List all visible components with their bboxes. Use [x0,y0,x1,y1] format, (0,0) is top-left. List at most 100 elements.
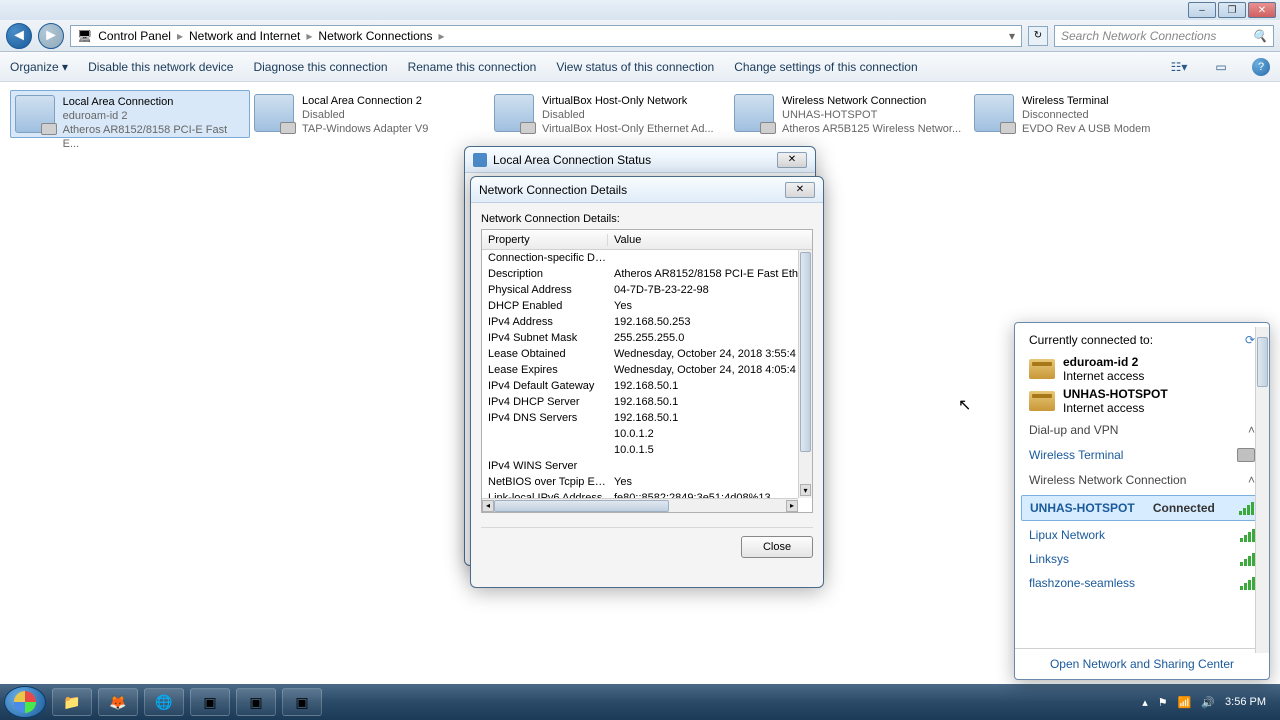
tray-volume-icon[interactable]: 🔊 [1201,696,1215,709]
connection-item[interactable]: Local Area Connection eduroam-id 2 Ather… [10,90,250,138]
close-icon[interactable]: ✕ [777,152,807,168]
minimize-button[interactable]: – [1188,2,1216,18]
breadcrumb[interactable]: 🖥 Control Panel▸ Network and Internet▸ N… [70,25,1022,47]
network-item[interactable]: Lipux Network [1015,523,1269,547]
tray-flag-icon[interactable]: ⚑ [1158,696,1168,709]
table-row[interactable]: DHCP EnabledYes [482,298,812,314]
search-input[interactable]: Search Network Connections 🔍 [1054,25,1274,47]
taskbar-explorer[interactable]: 📁 [52,688,92,716]
dialog-titlebar[interactable]: Network Connection Details ✕ [471,177,823,203]
network-name: eduroam-id 2 [1063,355,1144,369]
property-cell: IPv4 DNS Servers [482,412,608,424]
tb-disable[interactable]: Disable this network device [88,60,233,74]
crumb-network-internet[interactable]: Network and Internet [189,29,300,43]
table-row[interactable]: IPv4 DNS Servers192.168.50.1 [482,410,812,426]
connection-device: VirtualBox Host-Only Ethernet Ad... [542,122,714,136]
section-wireless[interactable]: Wireless Network Connection˄ [1015,467,1269,493]
start-button[interactable] [4,686,46,718]
taskbar-app[interactable]: ▣ [236,688,276,716]
section-dialup[interactable]: Dial-up and VPN˄ [1015,417,1269,443]
chevron-up-icon: ˄ [1248,473,1255,487]
taskbar-chrome[interactable]: 🌐 [144,688,184,716]
crumb-network-connections[interactable]: Network Connections [318,29,432,43]
scroll-left-icon[interactable]: ◂ [482,500,494,512]
connection-status: Disconnected [1022,108,1150,122]
tray-clock[interactable]: 3:56 PM [1225,696,1266,708]
details-table: Property Value Connection-specific DN...… [481,229,813,513]
forward-button[interactable]: ► [38,23,64,49]
refresh-button[interactable]: ↻ [1028,26,1048,46]
dialog-titlebar[interactable]: Local Area Connection Status ✕ [465,147,815,173]
scroll-right-icon[interactable]: ▸ [786,500,798,512]
table-row[interactable]: Connection-specific DN... [482,250,812,266]
scrollbar-thumb[interactable] [800,252,811,452]
table-row[interactable]: IPv4 Subnet Mask255.255.255.0 [482,330,812,346]
connections-list: Local Area Connection eduroam-id 2 Ather… [0,82,1280,146]
network-name: flashzone-seamless [1029,576,1135,590]
table-row[interactable]: DescriptionAtheros AR8152/8158 PCI-E Fas… [482,266,812,282]
close-button[interactable]: ✕ [1248,2,1276,18]
tray-network-icon[interactable]: 📶 [1178,696,1192,709]
value-cell: 192.168.50.1 [608,396,812,408]
col-property[interactable]: Property [482,234,608,246]
property-cell: IPv4 Subnet Mask [482,332,608,344]
scrollbar-thumb[interactable] [494,500,669,512]
tray-overflow-icon[interactable]: ▴ [1142,696,1148,709]
help-icon[interactable]: ? [1252,58,1270,76]
taskbar-app[interactable]: ▣ [282,688,322,716]
tb-viewstatus[interactable]: View status of this connection [556,60,714,74]
table-row[interactable]: 10.0.1.5 [482,442,812,458]
maximize-button[interactable]: ❐ [1218,2,1246,18]
vertical-scrollbar[interactable]: ▾ [798,250,812,498]
flyout-scrollbar[interactable] [1255,327,1269,653]
view-options-icon[interactable]: ☷▾ [1168,56,1190,78]
connection-item[interactable]: Wireless Terminal Disconnected EVDO Rev … [970,90,1210,138]
scroll-down-icon[interactable]: ▾ [800,484,811,496]
taskbar-firefox[interactable]: 🦊 [98,688,138,716]
signal-icon [1240,529,1255,542]
back-button[interactable]: ◄ [6,23,32,49]
connection-device: TAP-Windows Adapter V9 [302,122,428,136]
organize-menu[interactable]: Organize ▾ [10,60,68,74]
table-row[interactable]: NetBIOS over Tcpip En...Yes [482,474,812,490]
value-cell: 10.0.1.5 [608,444,812,456]
connected-network[interactable]: eduroam-id 2 Internet access [1015,353,1269,385]
crumb-control-panel[interactable]: Control Panel [98,29,171,43]
taskbar-app[interactable]: ▣ [190,688,230,716]
refresh-icon[interactable]: ⟳ [1245,333,1255,347]
col-value[interactable]: Value [608,234,812,246]
network-item[interactable]: flashzone-seamless [1015,571,1269,595]
scrollbar-thumb[interactable] [1257,337,1268,387]
connection-item[interactable]: VirtualBox Host-Only Network Disabled Vi… [490,90,730,138]
network-item-terminal[interactable]: Wireless Terminal [1015,443,1269,467]
close-button[interactable]: Close [741,536,813,558]
connected-network[interactable]: UNHAS-HOTSPOT Internet access [1015,385,1269,417]
network-item[interactable]: Linksys [1015,547,1269,571]
tb-diagnose[interactable]: Diagnose this connection [253,60,387,74]
table-row[interactable]: 10.0.1.2 [482,426,812,442]
tb-changesettings[interactable]: Change settings of this connection [734,60,917,74]
chevron-up-icon: ˄ [1248,423,1255,437]
details-label: Network Connection Details: [481,213,813,225]
connection-status: Disabled [302,108,428,122]
table-row[interactable]: IPv4 Address192.168.50.253 [482,314,812,330]
preview-pane-icon[interactable]: ▭ [1210,56,1232,78]
horizontal-scrollbar[interactable]: ◂ ▸ [482,498,798,512]
property-cell: DHCP Enabled [482,300,608,312]
table-row[interactable]: Lease ObtainedWednesday, October 24, 201… [482,346,812,362]
table-row[interactable]: Physical Address04-7D-7B-23-22-98 [482,282,812,298]
connection-item[interactable]: Local Area Connection 2 Disabled TAP-Win… [250,90,490,138]
network-adapter-icon [15,95,55,133]
table-row[interactable]: Lease ExpiresWednesday, October 24, 2018… [482,362,812,378]
table-row[interactable]: IPv4 WINS Server [482,458,812,474]
value-cell: Yes [608,476,812,488]
tb-rename[interactable]: Rename this connection [408,60,537,74]
connection-item[interactable]: Wireless Network Connection UNHAS-HOTSPO… [730,90,970,138]
computer-icon: 🖥 [77,29,92,43]
property-cell: NetBIOS over Tcpip En... [482,476,608,488]
open-network-center-link[interactable]: Open Network and Sharing Center [1015,648,1269,679]
network-item[interactable]: UNHAS-HOTSPOT Connected [1021,495,1263,521]
table-row[interactable]: IPv4 Default Gateway192.168.50.1 [482,378,812,394]
close-icon[interactable]: ✕ [785,182,815,198]
table-row[interactable]: IPv4 DHCP Server192.168.50.1 [482,394,812,410]
